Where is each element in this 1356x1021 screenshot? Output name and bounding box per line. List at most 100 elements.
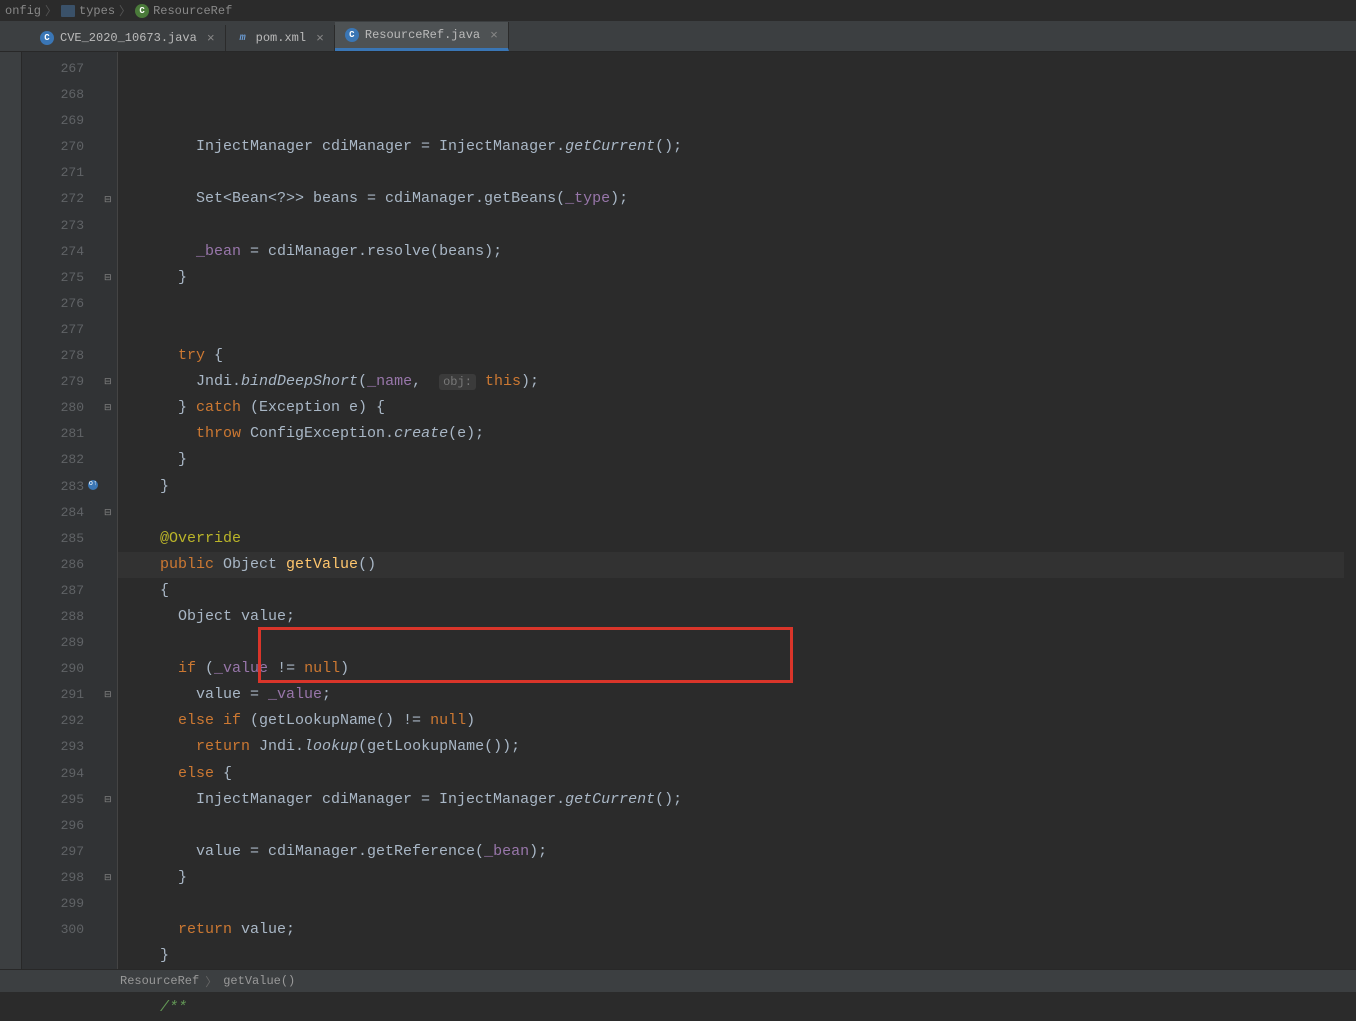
line-number[interactable]: 270: [22, 134, 84, 160]
breadcrumb-item-types[interactable]: types: [61, 4, 115, 18]
line-number[interactable]: 276: [22, 291, 84, 317]
line-number[interactable]: 277: [22, 317, 84, 343]
line-number[interactable]: 286: [22, 552, 84, 578]
fold-column[interactable]: ⊟ ⊟ ⊟ ⊟ ⊟ ⊟ ⊟ ⊟: [102, 52, 118, 969]
line-number[interactable]: 284: [22, 500, 84, 526]
tab-label: CVE_2020_10673.java: [60, 31, 197, 45]
fold-icon[interactable]: ⊟: [104, 195, 113, 204]
fold-icon[interactable]: ⊟: [104, 795, 113, 804]
code-line[interactable]: else if (getLookupName() != null): [124, 708, 1356, 734]
code-line[interactable]: InjectManager cdiManager = InjectManager…: [124, 787, 1356, 813]
code-line[interactable]: try {: [124, 343, 1356, 369]
line-number[interactable]: 287: [22, 578, 84, 604]
chevron-right-icon: 〉: [119, 2, 131, 19]
line-number[interactable]: 275: [22, 265, 84, 291]
tab-pom-xml[interactable]: mpom.xml×: [226, 25, 335, 51]
line-number[interactable]: 272: [22, 186, 84, 212]
line-number[interactable]: 288: [22, 604, 84, 630]
line-number[interactable]: 296: [22, 813, 84, 839]
fold-icon[interactable]: ⊟: [104, 873, 113, 882]
override-icon[interactable]: o↑: [88, 480, 98, 490]
close-icon[interactable]: ×: [207, 31, 215, 46]
code-line[interactable]: }: [124, 265, 1356, 291]
code-line[interactable]: value = cdiManager.getReference(_bean);: [124, 839, 1356, 865]
line-number[interactable]: 297: [22, 839, 84, 865]
line-number[interactable]: 269: [22, 108, 84, 134]
code-area[interactable]: InjectManager cdiManager = InjectManager…: [118, 52, 1356, 969]
editor-tabs: CCVE_2020_10673.java×mpom.xml×CResourceR…: [0, 22, 1356, 52]
line-number[interactable]: 280: [22, 395, 84, 421]
breadcrumb-item-resourceref[interactable]: C ResourceRef: [135, 4, 232, 18]
line-number[interactable]: 299: [22, 891, 84, 917]
code-line[interactable]: }: [124, 865, 1356, 891]
code-line[interactable]: Jndi.bindDeepShort(_name, obj: this);: [124, 369, 1356, 395]
folder-icon: [61, 5, 75, 17]
code-line[interactable]: [124, 291, 1356, 317]
line-number[interactable]: 294: [22, 761, 84, 787]
close-icon[interactable]: ×: [490, 28, 498, 43]
tab-cve_2020_10673-java[interactable]: CCVE_2020_10673.java×: [30, 25, 226, 51]
line-gutter[interactable]: 2672682692702712722732742752762772782792…: [22, 52, 102, 969]
line-number[interactable]: 293: [22, 734, 84, 760]
line-number[interactable]: 278: [22, 343, 84, 369]
line-number[interactable]: 267: [22, 56, 84, 82]
fold-icon[interactable]: ⊟: [104, 273, 113, 282]
code-line[interactable]: }: [124, 447, 1356, 473]
chevron-right-icon: 〉: [45, 2, 57, 19]
code-line[interactable]: [124, 630, 1356, 656]
line-number[interactable]: 271: [22, 160, 84, 186]
code-line[interactable]: [124, 213, 1356, 239]
line-number[interactable]: 268: [22, 82, 84, 108]
java-class-icon: C: [345, 28, 359, 42]
close-icon[interactable]: ×: [316, 31, 324, 46]
code-line[interactable]: InjectManager cdiManager = InjectManager…: [124, 134, 1356, 160]
code-line[interactable]: [124, 317, 1356, 343]
line-number[interactable]: 291: [22, 682, 84, 708]
line-number[interactable]: 274: [22, 239, 84, 265]
line-number[interactable]: 290: [22, 656, 84, 682]
code-line[interactable]: _bean = cdiManager.resolve(beans);: [124, 239, 1356, 265]
line-number[interactable]: 282: [22, 447, 84, 473]
vertical-scrollbar[interactable]: [1344, 52, 1356, 969]
code-line[interactable]: return value;: [124, 917, 1356, 943]
code-line[interactable]: Object value;: [124, 604, 1356, 630]
code-line[interactable]: [124, 969, 1356, 995]
code-line[interactable]: else {: [124, 761, 1356, 787]
line-number[interactable]: 295: [22, 787, 84, 813]
fold-icon[interactable]: ⊟: [104, 690, 113, 699]
code-line[interactable]: [124, 160, 1356, 186]
code-line[interactable]: Set<Bean<?>> beans = cdiManager.getBeans…: [124, 186, 1356, 212]
line-number[interactable]: 273: [22, 213, 84, 239]
line-number[interactable]: 285: [22, 526, 84, 552]
fold-icon[interactable]: ⊟: [104, 377, 113, 386]
code-line[interactable]: return Jndi.lookup(getLookupName());: [124, 734, 1356, 760]
tab-resourceref-java[interactable]: C ResourceRef.java ×: [335, 22, 509, 51]
code-line[interactable]: @Override: [124, 526, 1356, 552]
line-number[interactable]: 279: [22, 369, 84, 395]
code-line[interactable]: value = _value;: [124, 682, 1356, 708]
code-line[interactable]: throw ConfigException.create(e);: [124, 421, 1356, 447]
line-number[interactable]: 283o↑: [22, 474, 84, 500]
code-line[interactable]: }: [124, 943, 1356, 969]
tab-label: pom.xml: [256, 31, 306, 45]
code-line[interactable]: if (_value != null): [124, 656, 1356, 682]
fold-icon[interactable]: ⊟: [104, 403, 113, 412]
line-number[interactable]: 289: [22, 630, 84, 656]
code-line[interactable]: {: [124, 578, 1356, 604]
tab-label: ResourceRef.java: [365, 28, 480, 42]
line-number[interactable]: 292: [22, 708, 84, 734]
fold-icon[interactable]: ⊟: [104, 508, 113, 517]
code-line[interactable]: /**: [124, 995, 1356, 1021]
code-line[interactable]: public Object getValue(): [124, 552, 1356, 578]
breadcrumb-item-config[interactable]: onfig: [5, 4, 41, 18]
code-line[interactable]: [124, 891, 1356, 917]
code-line[interactable]: } catch (Exception e) {: [124, 395, 1356, 421]
code-line[interactable]: [124, 500, 1356, 526]
line-number[interactable]: 298: [22, 865, 84, 891]
code-line[interactable]: [124, 813, 1356, 839]
line-number[interactable]: 300: [22, 917, 84, 943]
project-tool-strip[interactable]: [0, 52, 22, 969]
line-number[interactable]: 281: [22, 421, 84, 447]
code-line[interactable]: }: [124, 474, 1356, 500]
editor: 2672682692702712722732742752762772782792…: [0, 52, 1356, 969]
